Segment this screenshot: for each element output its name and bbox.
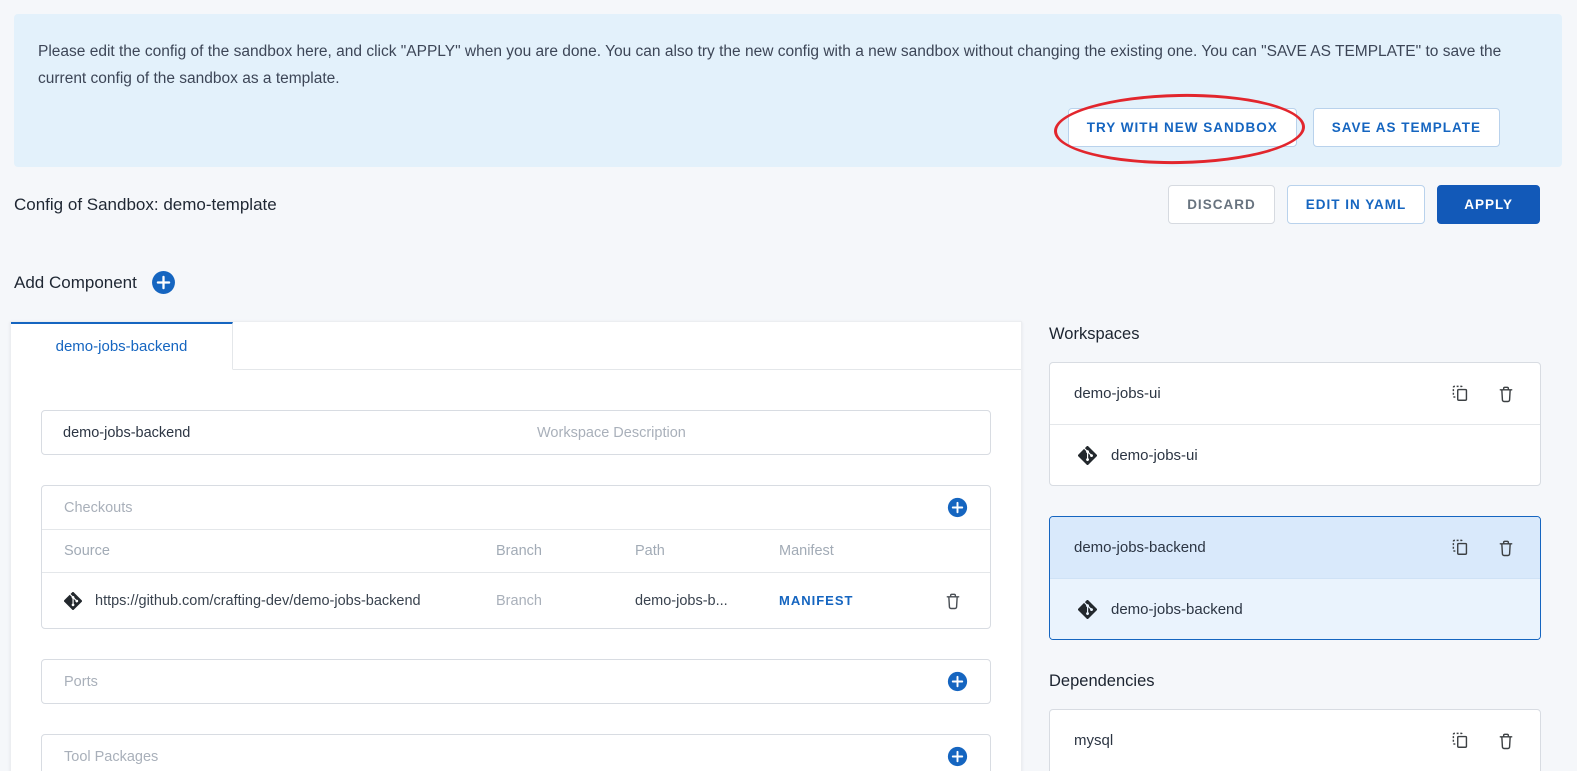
workspace-name-input[interactable] <box>42 411 516 454</box>
checkouts-table-header: Source Branch Path Manifest <box>42 529 990 572</box>
dependency-name: mysql <box>1074 732 1114 749</box>
duplicate-dependency-button[interactable] <box>1451 731 1470 750</box>
discard-button[interactable]: DISCARD <box>1168 185 1275 224</box>
banner-actions: TRY WITH NEW SANDBOX SAVE AS TEMPLATE <box>38 91 1536 167</box>
main-content: demo-jobs-backend Checkouts <box>0 321 1577 771</box>
trash-icon <box>1496 538 1516 558</box>
edit-in-yaml-button[interactable]: EDIT IN YAML <box>1286 185 1426 224</box>
column-source: Source <box>64 543 110 559</box>
checkouts-header: Checkouts <box>42 486 990 529</box>
dependency-card-header[interactable]: mysql <box>1050 710 1540 771</box>
page-title: Config of Sandbox: demo-template <box>14 194 277 214</box>
sidebar: Workspaces demo-jobs-ui demo-jobs-ui dem… <box>1049 321 1541 771</box>
banner-message: Please edit the config of the sandbox he… <box>38 43 1502 87</box>
trash-icon <box>1496 384 1516 404</box>
try-with-new-sandbox-button[interactable]: TRY WITH NEW SANDBOX <box>1067 108 1297 147</box>
add-port-button[interactable] <box>947 671 968 692</box>
plus-circle-icon <box>947 746 968 767</box>
workspace-name-row <box>41 410 991 455</box>
checkouts-label: Checkouts <box>64 499 133 516</box>
dependencies-title: Dependencies <box>1049 672 1155 690</box>
copy-icon <box>1451 731 1470 750</box>
header-actions: DISCARD EDIT IN YAML APPLY <box>1168 185 1540 224</box>
info-banner: Please edit the config of the sandbox he… <box>14 14 1562 167</box>
workspace-repo-row[interactable]: demo-jobs-backend <box>1050 578 1540 639</box>
ports-section: Ports <box>41 659 991 704</box>
workspace-editor-card: demo-jobs-backend Checkouts <box>10 321 1022 771</box>
add-component-row: Add Component <box>14 270 1577 295</box>
workspace-editor-body: Checkouts Source Branch Path Manifest <box>11 370 1021 771</box>
delete-checkout-button[interactable] <box>943 591 963 611</box>
copy-icon <box>1451 384 1470 403</box>
checkout-branch-input[interactable] <box>496 592 616 609</box>
config-header: Config of Sandbox: demo-template DISCARD… <box>14 185 1540 224</box>
checkout-path-value[interactable]: demo-jobs-b... <box>635 593 779 609</box>
tab-demo-jobs-backend[interactable]: demo-jobs-backend <box>11 322 233 370</box>
apply-button[interactable]: APPLY <box>1437 185 1540 224</box>
ports-label: Ports <box>64 673 98 690</box>
add-tool-package-button[interactable] <box>947 746 968 767</box>
workspace-description-input[interactable] <box>516 411 990 454</box>
workspace-name: demo-jobs-ui <box>1074 385 1161 402</box>
plus-circle-icon <box>151 270 176 295</box>
plus-circle-icon <box>947 671 968 692</box>
tool-packages-label: Tool Packages <box>64 748 159 765</box>
checkouts-section: Checkouts Source Branch Path Manifest ht… <box>41 485 991 629</box>
column-manifest: Manifest <box>779 543 834 559</box>
workspace-card-header[interactable]: demo-jobs-backend <box>1050 517 1540 578</box>
trash-icon <box>943 591 963 611</box>
add-component-label: Add Component <box>14 272 137 292</box>
workspace-name: demo-jobs-backend <box>1074 539 1206 556</box>
column-branch: Branch <box>496 543 542 559</box>
workspaces-title: Workspaces <box>1049 325 1140 343</box>
workspace-card-demo-jobs-ui: demo-jobs-ui demo-jobs-ui <box>1049 362 1541 486</box>
workspace-tabs: demo-jobs-backend <box>11 322 1021 370</box>
delete-workspace-button[interactable] <box>1496 538 1516 558</box>
workspace-repo-row[interactable]: demo-jobs-ui <box>1050 424 1540 485</box>
git-icon <box>64 591 82 610</box>
workspace-card-header[interactable]: demo-jobs-ui <box>1050 363 1540 424</box>
duplicate-workspace-button[interactable] <box>1451 384 1470 403</box>
save-as-template-button[interactable]: SAVE AS TEMPLATE <box>1312 108 1500 147</box>
workspace-repo-name: demo-jobs-backend <box>1111 600 1243 618</box>
workspace-repo-name: demo-jobs-ui <box>1111 446 1198 464</box>
tool-packages-section: Tool Packages <box>41 734 991 771</box>
plus-circle-icon <box>947 497 968 518</box>
copy-icon <box>1451 538 1470 557</box>
duplicate-workspace-button[interactable] <box>1451 538 1470 557</box>
checkout-row: https://github.com/crafting-dev/demo-job… <box>42 572 990 628</box>
delete-dependency-button[interactable] <box>1496 731 1516 751</box>
manifest-link[interactable]: MANIFEST <box>779 593 853 608</box>
dependency-card-mysql: mysql <box>1049 709 1541 771</box>
trash-icon <box>1496 731 1516 751</box>
git-icon <box>1078 599 1097 619</box>
git-icon <box>1078 445 1097 465</box>
add-component-button[interactable] <box>151 270 176 295</box>
checkout-source-value[interactable]: https://github.com/crafting-dev/demo-job… <box>95 593 421 609</box>
workspace-card-demo-jobs-backend: demo-jobs-backend demo-jobs-backend <box>1049 516 1541 640</box>
add-checkout-button[interactable] <box>947 497 968 518</box>
column-path: Path <box>635 543 665 559</box>
delete-workspace-button[interactable] <box>1496 384 1516 404</box>
